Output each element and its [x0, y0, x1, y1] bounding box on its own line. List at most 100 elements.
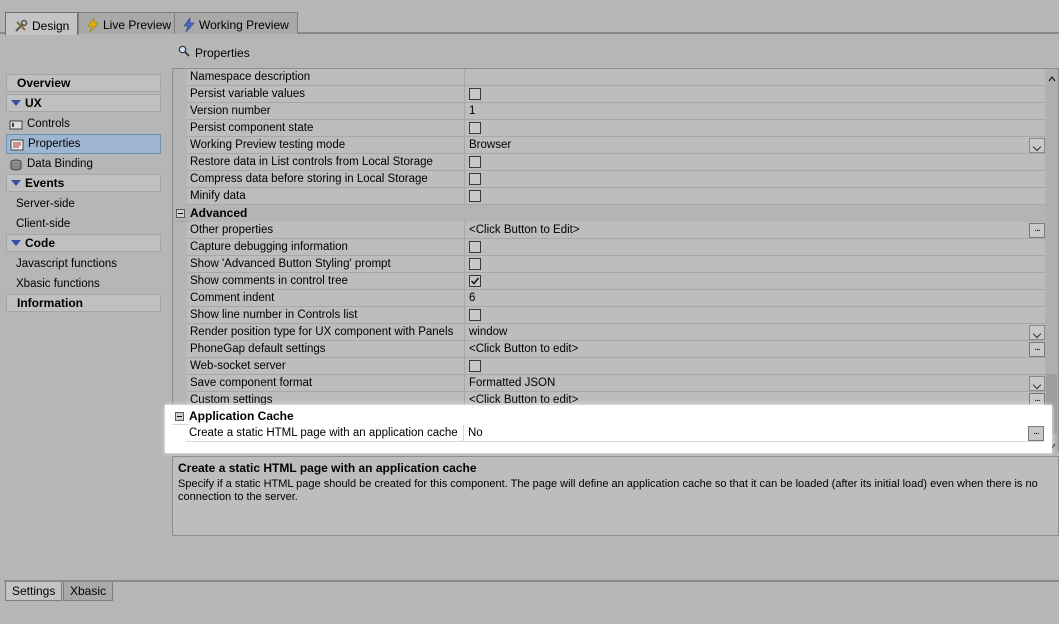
- ellipsis-button[interactable]: ...: [1029, 223, 1045, 238]
- section-title: Application Cache: [189, 408, 1046, 425]
- row-gutter: [173, 375, 187, 392]
- row-gutter: [173, 222, 187, 239]
- lightning-blue-icon: [183, 18, 195, 32]
- checkbox[interactable]: [469, 241, 481, 253]
- property-value[interactable]: window: [466, 324, 1047, 341]
- property-value[interactable]: 1: [466, 103, 1047, 120]
- collapse-icon[interactable]: [175, 412, 184, 421]
- property-value: [466, 273, 1047, 290]
- sidebar-events-label: Events: [25, 176, 65, 190]
- property-value[interactable]: 6: [466, 290, 1047, 307]
- row-gutter: [173, 358, 187, 375]
- editor-tab-strip: Design Live Preview Working Preview: [0, 0, 1059, 35]
- dropdown-button[interactable]: [1029, 376, 1045, 391]
- property-row[interactable]: Web-socket server: [173, 358, 1047, 375]
- sidebar-code-label: Code: [25, 236, 55, 250]
- property-row[interactable]: Persist variable values: [173, 86, 1047, 103]
- scroll-up-icon[interactable]: [1048, 73, 1056, 85]
- property-label: PhoneGap default settings: [190, 341, 465, 358]
- property-value[interactable]: Formatted JSON: [466, 375, 1047, 392]
- property-value[interactable]: [466, 69, 1047, 86]
- row-gutter: [173, 239, 187, 256]
- section-title: Advanced: [190, 205, 1047, 222]
- property-row[interactable]: PhoneGap default settings <Click Button …: [173, 341, 1047, 358]
- ellipsis-button[interactable]: ...: [1028, 426, 1044, 441]
- checkbox[interactable]: [469, 122, 481, 134]
- checkbox-checked[interactable]: [469, 275, 481, 287]
- section-advanced[interactable]: Advanced: [173, 205, 1047, 222]
- row-gutter: [173, 324, 187, 341]
- property-value: [466, 154, 1047, 171]
- property-value-text: <Click Button to Edit>: [469, 224, 580, 236]
- checkbox[interactable]: [469, 190, 481, 202]
- tab-baseline: [4, 580, 1059, 582]
- tab-settings[interactable]: Settings: [5, 582, 63, 601]
- property-row[interactable]: Other properties <Click Button to Edit>.…: [173, 222, 1047, 239]
- property-label: Comment indent: [190, 290, 465, 307]
- property-value[interactable]: <Click Button to edit>...: [466, 341, 1047, 358]
- sidebar-item-label: Server-side: [16, 198, 75, 210]
- sidebar-overview[interactable]: Overview: [6, 74, 161, 92]
- property-row[interactable]: Namespace description: [173, 69, 1047, 86]
- tab-working-preview-label: Working Preview: [199, 18, 289, 32]
- checkbox[interactable]: [469, 360, 481, 372]
- property-row[interactable]: Minify data: [173, 188, 1047, 205]
- row-gutter: [173, 154, 187, 171]
- property-row[interactable]: Render position type for UX component wi…: [173, 324, 1047, 341]
- property-row[interactable]: Show comments in control tree: [173, 273, 1047, 290]
- sidebar-information[interactable]: Information: [6, 294, 161, 312]
- tab-live-preview-label: Live Preview: [103, 18, 172, 32]
- row-gutter: [173, 103, 187, 120]
- sidebar-code[interactable]: Code: [6, 234, 161, 252]
- property-label: Web-socket server: [190, 358, 465, 375]
- property-row[interactable]: Comment indent 6: [173, 290, 1047, 307]
- tab-xbasic[interactable]: Xbasic: [63, 582, 114, 601]
- section-application-cache[interactable]: Application Cache: [172, 408, 1046, 425]
- checkbox[interactable]: [469, 88, 481, 100]
- property-row[interactable]: Working Preview testing mode Browser: [173, 137, 1047, 154]
- sidebar-item-xbasic-functions[interactable]: Xbasic functions: [6, 274, 161, 294]
- sidebar-events[interactable]: Events: [6, 174, 161, 192]
- sidebar-item-properties[interactable]: Properties: [6, 134, 161, 154]
- checkbox[interactable]: [469, 173, 481, 185]
- property-value: [466, 188, 1047, 205]
- property-row[interactable]: Capture debugging information: [173, 239, 1047, 256]
- tab-live-preview[interactable]: Live Preview: [78, 12, 181, 34]
- tab-design[interactable]: Design: [5, 12, 79, 35]
- dropdown-button[interactable]: [1029, 138, 1045, 153]
- ellipsis-button[interactable]: ...: [1029, 342, 1045, 357]
- property-row[interactable]: Show line number in Controls list: [173, 307, 1047, 324]
- vertical-scrollbar[interactable]: [1045, 69, 1058, 452]
- tab-working-preview[interactable]: Working Preview: [174, 12, 298, 34]
- property-value-text: <Click Button to edit>: [469, 343, 579, 355]
- dropdown-button[interactable]: [1029, 325, 1045, 340]
- sidebar-item-server-side[interactable]: Server-side: [6, 194, 161, 214]
- sidebar-ux[interactable]: UX: [6, 94, 161, 112]
- property-value[interactable]: <Click Button to Edit>...: [466, 222, 1047, 239]
- checkbox[interactable]: [469, 156, 481, 168]
- collapse-icon[interactable]: [176, 209, 185, 218]
- property-value[interactable]: No...: [465, 425, 1046, 442]
- sidebar-item-javascript-functions[interactable]: Javascript functions: [6, 254, 161, 274]
- sidebar-item-client-side[interactable]: Client-side: [6, 214, 161, 234]
- property-row[interactable]: Restore data in List controls from Local…: [173, 154, 1047, 171]
- checkbox[interactable]: [469, 258, 481, 270]
- sidebar-item-data-binding[interactable]: Data Binding: [6, 154, 161, 174]
- property-value: [466, 307, 1047, 324]
- property-row[interactable]: Compress data before storing in Local St…: [173, 171, 1047, 188]
- property-row[interactable]: Show 'Advanced Button Styling' prompt: [173, 256, 1047, 273]
- row-gutter: [173, 273, 187, 290]
- property-label: Show line number in Controls list: [190, 307, 465, 324]
- database-icon: [9, 158, 23, 171]
- property-row[interactable]: Persist component state: [173, 120, 1047, 137]
- property-row[interactable]: Version number 1: [173, 103, 1047, 120]
- description-text: Specify if a static HTML page should be …: [178, 478, 1038, 503]
- property-row[interactable]: Save component format Formatted JSON: [173, 375, 1047, 392]
- checkbox[interactable]: [469, 309, 481, 321]
- sidebar-item-controls[interactable]: Controls: [6, 114, 161, 134]
- property-value[interactable]: Browser: [466, 137, 1047, 154]
- row-gutter: [173, 256, 187, 273]
- property-value-text: 6: [469, 292, 476, 304]
- sidebar-ux-label: UX: [25, 96, 42, 110]
- property-row-selected[interactable]: Create a static HTML page with an applic…: [172, 425, 1044, 442]
